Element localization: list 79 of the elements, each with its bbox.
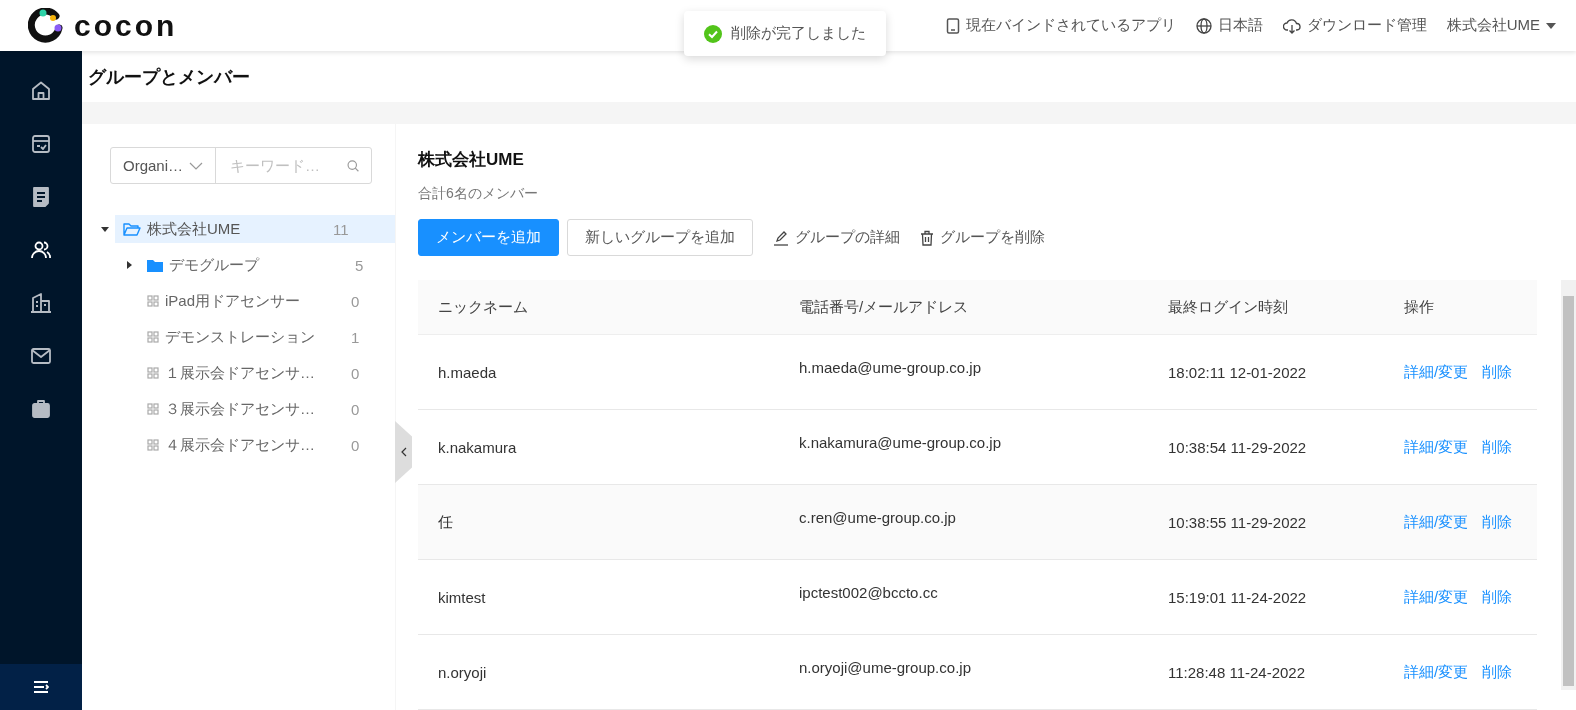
caret-icon[interactable]: [124, 261, 133, 269]
table-cell: ipctest002@bccto.cc: [799, 584, 938, 601]
add-group-button[interactable]: 新しいグループを追加: [567, 219, 753, 256]
account-menu[interactable]: 株式会社UME: [1446, 16, 1556, 35]
column-header: ニックネーム: [438, 297, 528, 315]
table-cell: h.maeda@ume-group.co.jp: [799, 359, 981, 376]
table-cell: 18:02:11 12-01-2022: [1168, 363, 1307, 381]
tree-item[interactable]: デモグループ 5: [139, 251, 395, 279]
delete-link[interactable]: 削除: [1482, 362, 1513, 380]
table-cell: c.ren@ume-group.co.jp: [799, 509, 956, 526]
delete-link[interactable]: 削除: [1482, 437, 1513, 455]
document-icon[interactable]: [30, 186, 52, 208]
table-cell: 任: [438, 512, 453, 530]
tablet-icon: [945, 17, 960, 34]
tree-item[interactable]: 株式会社UME 11: [115, 215, 395, 243]
group-details-link[interactable]: グループの詳細: [773, 228, 900, 247]
tree-item[interactable]: iPad用ドアセンサー 0: [139, 287, 395, 315]
caret-icon[interactable]: [100, 225, 109, 233]
tree-item[interactable]: ３展示会ドアセンサ… 0: [139, 395, 395, 423]
table-cell: kimtest: [438, 588, 486, 606]
cloud-download-icon: [1282, 17, 1301, 34]
tree-item[interactable]: １展示会ドアセンサ… 0: [139, 359, 395, 387]
details-link[interactable]: 詳細/変更: [1404, 512, 1469, 530]
globe-icon: [1195, 17, 1212, 34]
grid-icon: [147, 439, 159, 451]
toast-message: 削除が完了しました: [731, 24, 866, 43]
header-link[interactable]: ダウンロード管理: [1282, 16, 1427, 35]
member-count: 合計6名のメンバー: [418, 185, 539, 203]
caret-icon: [1546, 22, 1556, 29]
building-icon[interactable]: [30, 292, 52, 314]
details-link[interactable]: 詳細/変更: [1404, 587, 1469, 605]
users-icon[interactable]: [30, 239, 52, 261]
mail-icon[interactable]: [30, 345, 52, 367]
details-link[interactable]: 詳細/変更: [1404, 437, 1469, 455]
scope-dropdown[interactable]: Organi…: [111, 148, 216, 183]
trash-icon: [920, 229, 934, 246]
table-cell: n.oryoji: [438, 663, 487, 681]
table-cell: 11:28:48 11-24-2022: [1168, 663, 1306, 681]
table-cell: 10:38:55 11-29-2022: [1168, 513, 1307, 531]
header-link[interactable]: 日本語: [1195, 16, 1263, 35]
delete-link[interactable]: 削除: [1482, 662, 1513, 680]
open-folder-icon: [123, 222, 141, 236]
grid-icon: [147, 295, 159, 307]
search-icon: [346, 158, 359, 173]
tree-item[interactable]: デモンストレーション 1: [139, 323, 395, 351]
grid-icon: [147, 331, 159, 343]
delete-link[interactable]: 削除: [1482, 512, 1513, 530]
column-header: 操作: [1404, 297, 1434, 315]
column-header: 電話番号/メールアドレス: [799, 297, 969, 315]
table-cell: 10:38:54 11-29-2022: [1168, 438, 1307, 456]
folder-icon: [147, 258, 163, 272]
grid-icon: [147, 367, 159, 379]
add-member-button[interactable]: メンバーを追加: [418, 219, 559, 256]
bag-icon[interactable]: [30, 398, 52, 420]
details-link[interactable]: 詳細/変更: [1404, 362, 1469, 380]
delete-group-link[interactable]: グループを削除: [920, 228, 1045, 247]
table-cell: k.nakamura@ume-group.co.jp: [799, 434, 1001, 451]
chevron-left-icon: [400, 447, 407, 457]
collapse-menu-icon[interactable]: [33, 680, 49, 694]
delete-link[interactable]: 削除: [1482, 587, 1513, 605]
table-cell: 15:19:01 11-24-2022: [1168, 588, 1307, 606]
chevron-down-icon: [189, 161, 203, 170]
logo-wordmark: cocon: [74, 10, 178, 41]
details-link[interactable]: 詳細/変更: [1404, 662, 1469, 680]
header-link[interactable]: 現在バインドされているアプリ: [945, 16, 1176, 35]
table-cell: n.oryoji@ume-group.co.jp: [799, 659, 971, 676]
grid-icon: [147, 403, 159, 415]
page-title: グループとメンバー: [82, 51, 1576, 102]
group-title: 株式会社UME: [418, 149, 525, 171]
table-cell: h.maeda: [438, 363, 497, 381]
table-cell: k.nakamura: [438, 438, 517, 456]
logo-icon: [28, 7, 64, 44]
check-circle-icon: [704, 24, 722, 43]
pencil-icon: [773, 229, 789, 246]
scrollbar[interactable]: [1563, 296, 1574, 686]
inbox-icon[interactable]: [30, 133, 52, 155]
home-icon[interactable]: [30, 80, 52, 102]
tree-item[interactable]: ４展示会ドアセンサ… 0: [139, 431, 395, 459]
column-header: 最終ログイン時刻: [1168, 297, 1288, 315]
